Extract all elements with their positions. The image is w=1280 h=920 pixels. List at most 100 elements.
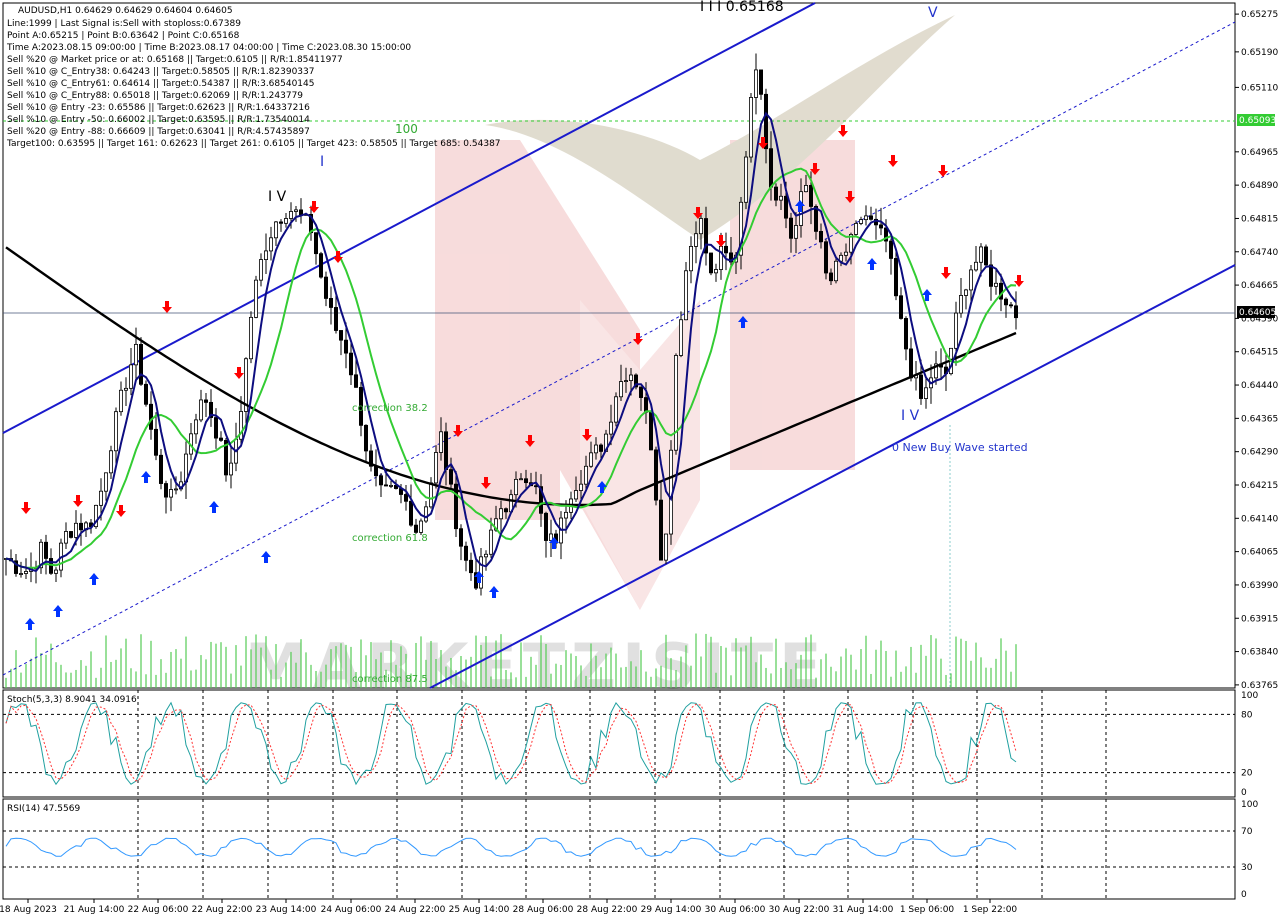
candle-body <box>104 472 109 492</box>
candle-body <box>173 488 178 491</box>
candle-body <box>64 531 69 544</box>
candle-body <box>193 419 198 435</box>
candle-body <box>74 522 79 538</box>
candle-body <box>894 258 899 297</box>
candle-body <box>774 186 779 201</box>
candle-body <box>268 237 273 252</box>
x-tick-label: 24 Aug 22:00 <box>385 905 446 915</box>
candle-body <box>338 330 343 341</box>
candle-body <box>644 397 649 413</box>
wave-iv-left: I V <box>268 189 287 205</box>
candle-body <box>614 396 619 423</box>
candle-body <box>124 387 129 391</box>
candle-body <box>719 245 724 270</box>
candle-body <box>834 260 839 282</box>
candle-body <box>684 270 689 321</box>
candle-body <box>288 211 293 219</box>
candle-body <box>158 454 163 484</box>
candle-body <box>343 339 348 354</box>
candle-body <box>403 494 408 502</box>
candle-body <box>433 452 438 484</box>
candle-body <box>148 403 153 430</box>
candle-body <box>639 386 644 398</box>
candle-body <box>44 541 49 559</box>
candle-body <box>624 380 629 382</box>
candle-body <box>133 343 138 366</box>
x-tick-label: 18 Aug 2023 <box>0 905 57 915</box>
candle-body <box>724 245 729 254</box>
label-100: 100 <box>395 122 418 136</box>
candle-body <box>438 431 443 453</box>
header-line-7: Sell %10 @ C_Entry88: 0.65018 || Target:… <box>7 91 303 101</box>
candle-body <box>664 533 669 561</box>
y-tick-label: 0.64890 <box>1241 181 1278 191</box>
candle-body <box>54 569 59 574</box>
header-line-8: Sell %10 @ Entry -23: 0.65586 || Target:… <box>7 103 310 113</box>
correction-61: correction 61.8 <box>352 533 428 544</box>
y-tick-label: 0.64515 <box>1241 348 1278 358</box>
y-tick-label: 0.64065 <box>1241 548 1278 558</box>
candle-body <box>273 221 278 239</box>
candle-body <box>579 483 584 491</box>
candle-body <box>448 469 453 485</box>
candle-body <box>298 209 303 216</box>
candle-body <box>649 411 654 451</box>
candle-body <box>979 246 984 263</box>
candle-body <box>854 223 859 235</box>
candle-body <box>969 269 974 291</box>
candle-body <box>428 482 433 508</box>
header-line-10: Sell %20 @ Entry -88: 0.66609 || Target:… <box>7 127 310 137</box>
candle-body <box>879 224 884 229</box>
y-tick-label: 0.64440 <box>1241 381 1278 391</box>
rsi-tick-label: 100 <box>1241 800 1258 810</box>
candle-body <box>23 571 28 574</box>
candle-body <box>784 195 789 219</box>
candle-body <box>463 545 468 561</box>
candle-body <box>313 232 318 255</box>
candle-body <box>814 206 819 232</box>
x-tick-label: 28 Aug 06:00 <box>513 905 574 915</box>
x-tick-label: 28 Aug 22:00 <box>577 905 638 915</box>
candle-body <box>759 69 764 95</box>
candle-body <box>654 449 659 501</box>
candle-body <box>589 452 594 467</box>
candle-body <box>679 319 684 356</box>
candle-body <box>699 218 704 235</box>
stoch-tick-label: 100 <box>1241 691 1258 701</box>
wave-iv-right: I V <box>901 408 920 424</box>
rsi-tick-label: 30 <box>1241 863 1253 873</box>
x-tick-label: 30 Aug 06:00 <box>705 905 766 915</box>
candle-body <box>904 318 909 350</box>
candle-body <box>819 230 824 243</box>
x-tick-label: 22 Aug 22:00 <box>192 905 253 915</box>
candle-body <box>293 209 298 212</box>
candle-body <box>278 221 283 224</box>
x-tick-label: 23 Aug 14:00 <box>256 905 317 915</box>
candle-body <box>488 529 493 555</box>
candle-body <box>954 312 959 349</box>
rsi-label: RSI(14) 47.5569 <box>7 804 80 814</box>
candle-body <box>383 484 388 487</box>
candle-body <box>248 316 253 360</box>
header-line-2: Point A:0.65215 | Point B:0.63642 | Poin… <box>7 31 240 41</box>
candle-body <box>909 348 914 379</box>
candle-body <box>143 383 148 405</box>
rsi-tick-label: 70 <box>1241 827 1253 837</box>
candle-body <box>519 478 524 481</box>
candle-body <box>564 511 569 519</box>
stoch-tick-label: 0 <box>1241 788 1247 798</box>
candle-body <box>323 276 328 299</box>
candle-body <box>258 259 263 281</box>
candle-body <box>263 250 268 260</box>
candle-body <box>594 444 599 454</box>
candle-body <box>128 364 133 389</box>
candle-body <box>218 437 223 441</box>
y-tick-label: 0.64965 <box>1241 148 1278 158</box>
candle-body <box>228 462 233 476</box>
candle-body <box>859 219 864 224</box>
candle-body <box>674 355 679 451</box>
correction-87: correction 87.5 <box>352 674 428 685</box>
price-chart[interactable]: MARKETZISITE 0.652750.651900.651100.6496… <box>0 0 1280 920</box>
candle-body <box>899 295 904 319</box>
x-tick-label: 1 Sep 22:00 <box>963 905 1018 915</box>
